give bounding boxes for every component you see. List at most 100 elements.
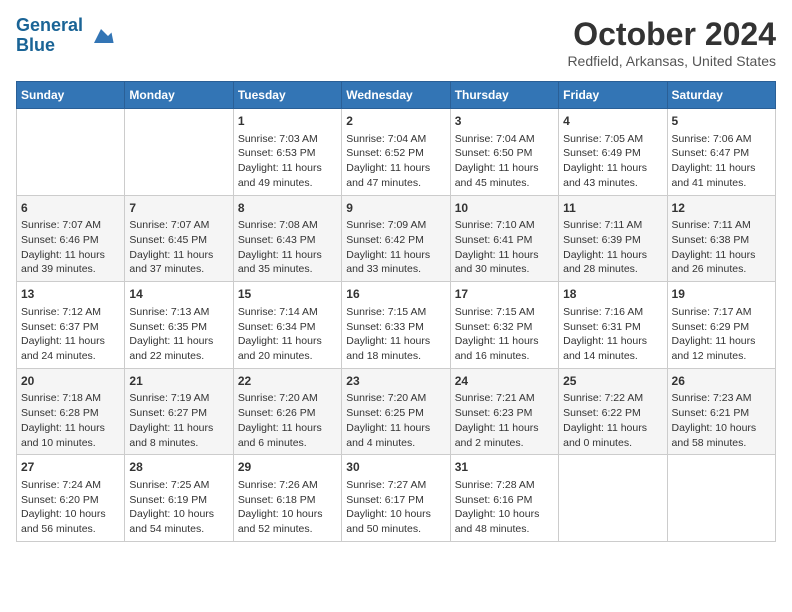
day-number: 26 [672, 373, 771, 390]
weekday-label: Tuesday [233, 82, 341, 109]
day-detail: Sunrise: 7:12 AM Sunset: 6:37 PM Dayligh… [21, 305, 120, 364]
day-detail: Sunrise: 7:19 AM Sunset: 6:27 PM Dayligh… [129, 391, 228, 450]
weekday-label: Monday [125, 82, 233, 109]
calendar-cell: 15 Sunrise: 7:14 AM Sunset: 6:34 PM Dayli… [233, 282, 341, 369]
day-number: 6 [21, 200, 120, 217]
calendar-cell: 16Sunrise: 7:15 AM Sunset: 6:33 PM Dayli… [342, 282, 450, 369]
day-detail: Sunrise: 7:22 AM Sunset: 6:22 PM Dayligh… [563, 391, 662, 450]
day-number: 2 [346, 113, 445, 130]
day-detail: Sunrise: 7:03 AM Sunset: 6:53 PM Dayligh… [238, 132, 337, 191]
day-number: 8 [238, 200, 337, 217]
calendar-cell: 12Sunrise: 7:11 AM Sunset: 6:38 PM Dayli… [667, 195, 775, 282]
weekday-label: Friday [559, 82, 667, 109]
weekday-label: Saturday [667, 82, 775, 109]
day-number: 7 [129, 200, 228, 217]
page-subtitle: Redfield, Arkansas, United States [567, 53, 776, 69]
calendar-cell: 25Sunrise: 7:22 AM Sunset: 6:22 PM Dayli… [559, 368, 667, 455]
logo: General Blue [16, 16, 115, 56]
day-number: 4 [563, 113, 662, 130]
calendar-cell: 2 Sunrise: 7:04 AM Sunset: 6:52 PM Daylig… [342, 109, 450, 196]
calendar-cell: 4 Sunrise: 7:05 AM Sunset: 6:49 PM Daylig… [559, 109, 667, 196]
day-number: 13 [21, 286, 120, 303]
day-number: 5 [672, 113, 771, 130]
day-detail: Sunrise: 7:08 AM Sunset: 6:43 PM Dayligh… [238, 218, 337, 277]
calendar-week-row: 6Sunrise: 7:07 AM Sunset: 6:46 PM Daylig… [17, 195, 776, 282]
calendar-cell: 9Sunrise: 7:09 AM Sunset: 6:42 PM Daylig… [342, 195, 450, 282]
day-detail: Sunrise: 7:21 AM Sunset: 6:23 PM Dayligh… [455, 391, 554, 450]
calendar-cell: 19 Sunrise: 7:17 AM Sunset: 6:29 PM Dayli… [667, 282, 775, 369]
calendar-cell [125, 109, 233, 196]
day-number: 10 [455, 200, 554, 217]
day-detail: Sunrise: 7:17 AM Sunset: 6:29 PM Dayligh… [672, 305, 771, 364]
day-detail: Sunrise: 7:04 AM Sunset: 6:50 PM Dayligh… [455, 132, 554, 191]
calendar-cell: 1 Sunrise: 7:03 AM Sunset: 6:53 PM Daylig… [233, 109, 341, 196]
day-number: 15 [238, 286, 337, 303]
calendar-cell: 7Sunrise: 7:07 AM Sunset: 6:45 PM Daylig… [125, 195, 233, 282]
calendar-week-row: 27Sunrise: 7:24 AM Sunset: 6:20 PM Dayli… [17, 455, 776, 542]
day-detail: Sunrise: 7:16 AM Sunset: 6:31 PM Dayligh… [563, 305, 662, 364]
day-number: 22 [238, 373, 337, 390]
calendar-cell: 14Sunrise: 7:13 AM Sunset: 6:35 PM Dayli… [125, 282, 233, 369]
calendar-cell: 24Sunrise: 7:21 AM Sunset: 6:23 PM Dayli… [450, 368, 558, 455]
calendar-cell: 13 Sunrise: 7:12 AM Sunset: 6:37 PM Dayli… [17, 282, 125, 369]
calendar-cell: 22Sunrise: 7:20 AM Sunset: 6:26 PM Dayli… [233, 368, 341, 455]
calendar-cell [17, 109, 125, 196]
day-detail: Sunrise: 7:28 AM Sunset: 6:16 PM Dayligh… [455, 478, 554, 537]
weekday-label: Thursday [450, 82, 558, 109]
day-number: 1 [238, 113, 337, 130]
day-number: 25 [563, 373, 662, 390]
calendar-week-row: 1 Sunrise: 7:03 AM Sunset: 6:53 PM Daylig… [17, 109, 776, 196]
day-detail: Sunrise: 7:20 AM Sunset: 6:25 PM Dayligh… [346, 391, 445, 450]
weekday-label: Sunday [17, 82, 125, 109]
calendar-cell: 8Sunrise: 7:08 AM Sunset: 6:43 PM Daylig… [233, 195, 341, 282]
day-number: 9 [346, 200, 445, 217]
day-number: 3 [455, 113, 554, 130]
day-detail: Sunrise: 7:07 AM Sunset: 6:46 PM Dayligh… [21, 218, 120, 277]
calendar-cell: 6Sunrise: 7:07 AM Sunset: 6:46 PM Daylig… [17, 195, 125, 282]
calendar-cell: 11Sunrise: 7:11 AM Sunset: 6:39 PM Dayli… [559, 195, 667, 282]
day-detail: Sunrise: 7:15 AM Sunset: 6:32 PM Dayligh… [455, 305, 554, 364]
calendar-table: SundayMondayTuesdayWednesdayThursdayFrid… [16, 81, 776, 542]
calendar-cell: 3 Sunrise: 7:04 AM Sunset: 6:50 PM Daylig… [450, 109, 558, 196]
logo-icon [87, 22, 115, 50]
day-number: 23 [346, 373, 445, 390]
day-number: 19 [672, 286, 771, 303]
day-detail: Sunrise: 7:20 AM Sunset: 6:26 PM Dayligh… [238, 391, 337, 450]
day-number: 31 [455, 459, 554, 476]
day-detail: Sunrise: 7:04 AM Sunset: 6:52 PM Dayligh… [346, 132, 445, 191]
day-detail: Sunrise: 7:14 AM Sunset: 6:34 PM Dayligh… [238, 305, 337, 364]
day-number: 30 [346, 459, 445, 476]
day-number: 29 [238, 459, 337, 476]
calendar-cell: 21Sunrise: 7:19 AM Sunset: 6:27 PM Dayli… [125, 368, 233, 455]
calendar-cell: 18Sunrise: 7:16 AM Sunset: 6:31 PM Dayli… [559, 282, 667, 369]
calendar-cell: 30 Sunrise: 7:27 AM Sunset: 6:17 PM Dayli… [342, 455, 450, 542]
calendar-cell: 29 Sunrise: 7:26 AM Sunset: 6:18 PM Dayli… [233, 455, 341, 542]
calendar-cell: 17 Sunrise: 7:15 AM Sunset: 6:32 PM Dayli… [450, 282, 558, 369]
day-detail: Sunrise: 7:09 AM Sunset: 6:42 PM Dayligh… [346, 218, 445, 277]
day-number: 17 [455, 286, 554, 303]
day-number: 20 [21, 373, 120, 390]
page-header: General Blue October 2024 Redfield, Arka… [16, 16, 776, 69]
day-number: 21 [129, 373, 228, 390]
day-detail: Sunrise: 7:25 AM Sunset: 6:19 PM Dayligh… [129, 478, 228, 537]
weekday-header-row: SundayMondayTuesdayWednesdayThursdayFrid… [17, 82, 776, 109]
calendar-cell: 28Sunrise: 7:25 AM Sunset: 6:19 PM Dayli… [125, 455, 233, 542]
day-number: 12 [672, 200, 771, 217]
logo-text: General Blue [16, 16, 83, 56]
calendar-week-row: 20Sunrise: 7:18 AM Sunset: 6:28 PM Dayli… [17, 368, 776, 455]
day-detail: Sunrise: 7:27 AM Sunset: 6:17 PM Dayligh… [346, 478, 445, 537]
day-detail: Sunrise: 7:18 AM Sunset: 6:28 PM Dayligh… [21, 391, 120, 450]
day-detail: Sunrise: 7:11 AM Sunset: 6:39 PM Dayligh… [563, 218, 662, 277]
day-detail: Sunrise: 7:26 AM Sunset: 6:18 PM Dayligh… [238, 478, 337, 537]
day-detail: Sunrise: 7:23 AM Sunset: 6:21 PM Dayligh… [672, 391, 771, 450]
calendar-cell: 27Sunrise: 7:24 AM Sunset: 6:20 PM Dayli… [17, 455, 125, 542]
day-detail: Sunrise: 7:24 AM Sunset: 6:20 PM Dayligh… [21, 478, 120, 537]
calendar-cell: 10Sunrise: 7:10 AM Sunset: 6:41 PM Dayli… [450, 195, 558, 282]
day-detail: Sunrise: 7:06 AM Sunset: 6:47 PM Dayligh… [672, 132, 771, 191]
calendar-cell [667, 455, 775, 542]
day-detail: Sunrise: 7:05 AM Sunset: 6:49 PM Dayligh… [563, 132, 662, 191]
calendar-week-row: 13 Sunrise: 7:12 AM Sunset: 6:37 PM Dayli… [17, 282, 776, 369]
day-detail: Sunrise: 7:13 AM Sunset: 6:35 PM Dayligh… [129, 305, 228, 364]
day-detail: Sunrise: 7:11 AM Sunset: 6:38 PM Dayligh… [672, 218, 771, 277]
day-detail: Sunrise: 7:15 AM Sunset: 6:33 PM Dayligh… [346, 305, 445, 364]
